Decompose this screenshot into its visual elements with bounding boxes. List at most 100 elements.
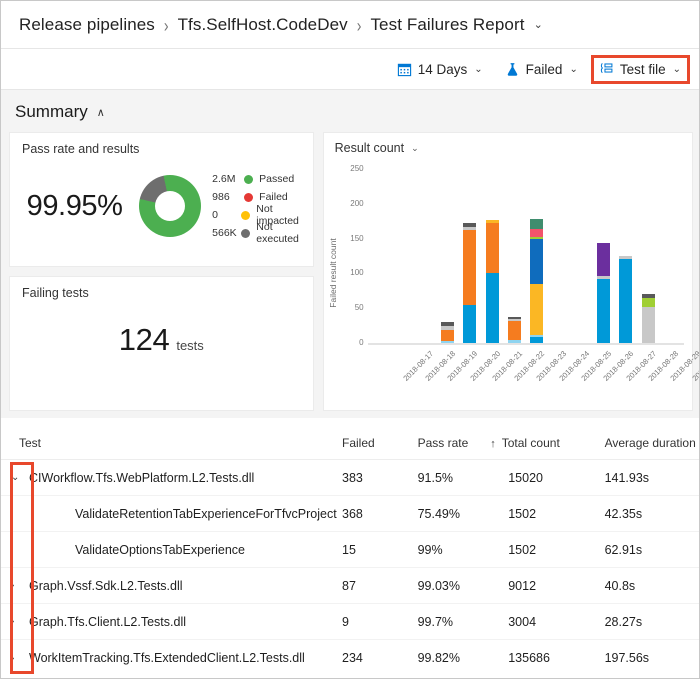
summary-cards: Pass rate and results 99.95% 2.6M Passed 9…	[9, 132, 699, 411]
donut-hole	[155, 191, 186, 221]
filter-outcome[interactable]: Failed ⌄	[501, 59, 582, 80]
legend-item: 566K Not executed	[212, 221, 312, 245]
breadcrumb-item-pipeline[interactable]: Tfs.SelfHost.CodeDev	[178, 15, 348, 35]
bar-2018-08-22[interactable]	[485, 219, 499, 343]
failing-tests-card: Failing tests 124 tests	[9, 276, 314, 411]
filter-outcome-label: Failed	[525, 61, 563, 77]
cell-failed: 234	[342, 651, 363, 665]
pass-rate-card: Pass rate and results 99.95% 2.6M Passed 9…	[9, 132, 314, 267]
bar-segment-blue	[463, 304, 477, 343]
breadcrumb: Release pipelines › Tfs.SelfHost.CodeDev…	[1, 1, 699, 48]
column-header-test[interactable]: Test	[19, 436, 342, 450]
result-count-chart-header[interactable]: Result count ⌄	[324, 133, 692, 155]
cell-failed: 15	[342, 542, 356, 557]
bar-segment-orange	[463, 229, 477, 305]
cell-failed: 87	[342, 578, 356, 593]
cell-average-duration: 141.93s	[604, 470, 650, 485]
cell-test: ValidateOptionsTabExperience	[19, 543, 342, 557]
cell-pass-rate: 91.5%	[417, 470, 454, 485]
chevron-down-icon[interactable]: ⌄	[534, 18, 543, 31]
bar-2018-08-21[interactable]	[463, 223, 477, 343]
bar-2018-08-24[interactable]	[530, 219, 544, 343]
legend-item: 2.6M Passed	[212, 171, 312, 187]
collapse-row-icon[interactable]: ⌄	[11, 472, 29, 483]
test-name: CIWorkflow.Tfs.WebPlatform.L2.Tests.dll	[29, 470, 255, 485]
cell-test: › WorkItemTracking.Tfs.ExtendedClient.L2.…	[11, 651, 342, 665]
result-count-chart-card: Result count ⌄ Failed result count 0 50 10…	[322, 132, 699, 411]
cell-failed: 383	[342, 470, 363, 485]
bar-segment-teal	[530, 219, 544, 229]
chevron-down-icon[interactable]: ⌄	[569, 64, 577, 75]
legend-value: 566K	[212, 227, 237, 239]
expand-row-icon[interactable]: ›	[11, 580, 29, 591]
bar-2018-08-28[interactable]	[619, 256, 633, 343]
bar-segment-blue	[619, 258, 633, 343]
cell-total-count: 1502	[508, 542, 537, 557]
bar-2018-08-20[interactable]	[441, 322, 455, 343]
cell-test: › Graph.Vssf.Sdk.L2.Tests.dll	[11, 578, 342, 593]
bar-2018-08-29[interactable]	[641, 294, 655, 343]
chevron-down-icon[interactable]: ⌄	[411, 143, 419, 154]
bar-segment-lightblue	[441, 340, 455, 343]
cell-total-count: 1502	[508, 506, 537, 521]
breadcrumb-separator-icon: ›	[163, 13, 169, 36]
breadcrumb-separator-icon: ›	[356, 13, 362, 36]
legend-color-dot	[244, 192, 254, 202]
chevron-up-icon[interactable]: ∧	[97, 106, 105, 119]
table-row[interactable]: › Graph.Vssf.Sdk.L2.Tests.dll 87 99.03% 9012…	[1, 568, 699, 604]
pass-rate-card-body: 99.95% 2.6M Passed 986 Failed 0 Not impacted 5…	[10, 156, 313, 256]
filter-date-range[interactable]: 14 Days ⌄	[393, 59, 487, 80]
bar-segment-purple	[597, 242, 611, 277]
cell-pass-rate: 75.49%	[417, 506, 460, 521]
bar-2018-08-23[interactable]	[507, 316, 521, 343]
legend-value: 986	[212, 191, 230, 203]
y-axis-tick-label: 100	[350, 268, 364, 278]
bars-container	[370, 169, 682, 343]
test-name: Graph.Vssf.Sdk.L2.Tests.dll	[29, 578, 183, 593]
filter-date-range-label: 14 Days	[417, 61, 468, 77]
legend-color-dot	[241, 210, 251, 220]
test-name: ValidateRetentionTabExperienceForTfvcPro…	[75, 506, 337, 521]
bar-segment-darkblue	[530, 238, 544, 284]
cell-total-count: 15020	[508, 470, 543, 485]
table-row[interactable]: ValidateRetentionTabExperienceForTfvcPro…	[1, 496, 699, 532]
cell-average-duration: 40.8s	[604, 578, 636, 593]
failing-tests-card-body: 124 tests	[10, 300, 313, 396]
column-header-total-count-label: Total count	[501, 436, 560, 450]
test-name: Graph.Tfs.Client.L2.Tests.dll	[29, 614, 187, 629]
column-header-total-count[interactable]: ↑ Total count	[490, 436, 604, 450]
legend-label: Passed	[259, 173, 295, 185]
legend-color-dot	[244, 174, 254, 184]
pass-rate-value: 99.95%	[26, 189, 123, 222]
bar-2018-08-27[interactable]	[597, 242, 611, 343]
column-header-failed[interactable]: Failed	[342, 436, 418, 450]
table-row[interactable]: › WorkItemTracking.Tfs.ExtendedClient.L2.…	[1, 640, 699, 676]
filter-group-by-label: Test file	[619, 61, 666, 77]
bar-segment-blue	[597, 278, 611, 343]
table-row[interactable]: › Graph.Tfs.Client.L2.Tests.dll 9 99.7% 3004…	[1, 604, 699, 640]
column-header-average-duration[interactable]: Average duration	[605, 436, 699, 450]
y-axis-tick-label: 150	[350, 233, 364, 243]
breadcrumb-item-release-pipelines[interactable]: Release pipelines	[19, 15, 155, 35]
expand-row-icon[interactable]: ›	[11, 616, 29, 627]
y-axis-tick-label: 250	[350, 164, 364, 173]
breadcrumb-item-report[interactable]: Test Failures Report	[370, 15, 524, 35]
cell-pass-rate: 99.82%	[417, 651, 460, 665]
bar-segment-yellowgreen	[641, 297, 655, 307]
expand-row-icon[interactable]: ›	[11, 653, 29, 664]
legend-value: 2.6M	[212, 173, 236, 185]
chevron-down-icon[interactable]: ⌄	[474, 64, 482, 75]
table-row[interactable]: ValidateOptionsTabExperience 15 99% 1502 62.…	[1, 532, 699, 568]
summary-header[interactable]: Summary ∧	[9, 98, 691, 126]
bar-segment-gray	[641, 306, 655, 343]
failing-tests-card-title: Failing tests	[22, 286, 89, 300]
table-header-row: Test Failed Pass rate ↑ Total count Avera…	[1, 427, 699, 460]
cell-failed: 9	[342, 614, 349, 629]
failing-tests-unit: tests	[176, 338, 204, 353]
cell-pass-rate: 99.7%	[417, 614, 454, 629]
filter-group-by[interactable]: Test file ⌄	[590, 54, 691, 84]
chevron-down-icon[interactable]: ⌄	[673, 64, 681, 75]
cell-pass-rate: 99%	[417, 542, 443, 557]
legend-label: Not executed	[256, 221, 299, 245]
table-row[interactable]: ⌄ CIWorkflow.Tfs.WebPlatform.L2.Tests.dll…	[1, 460, 699, 496]
